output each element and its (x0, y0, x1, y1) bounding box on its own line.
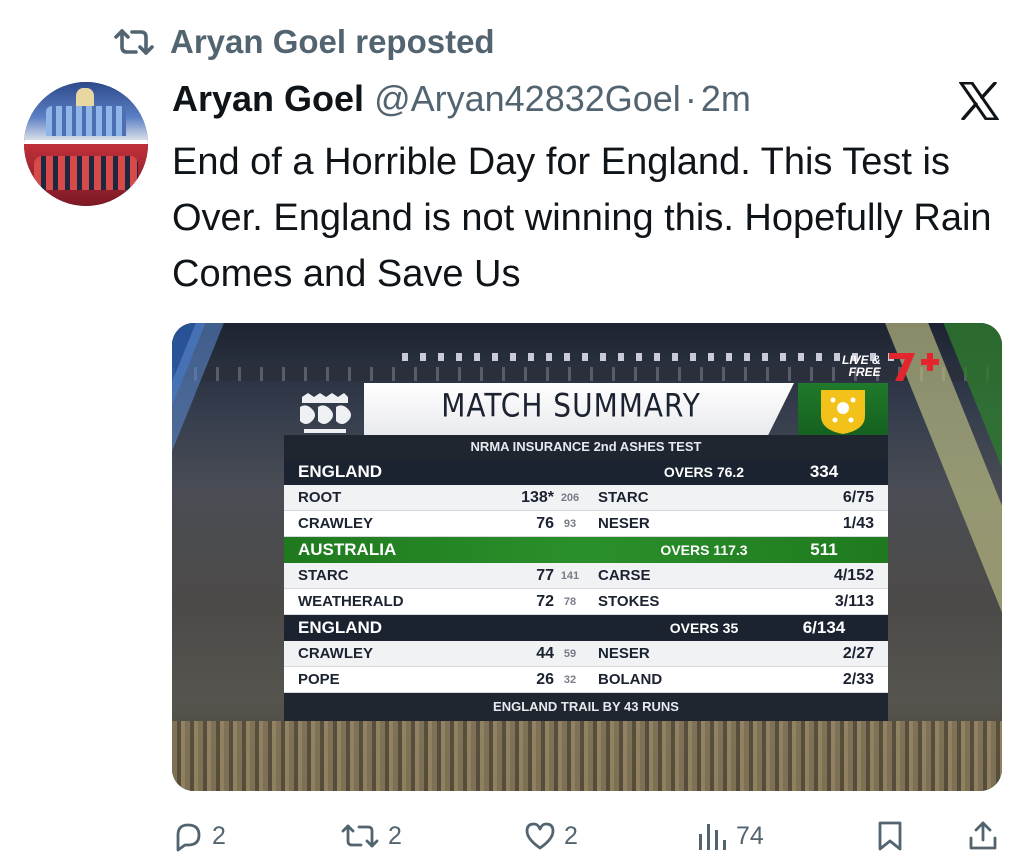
team-name: AUSTRALIA (298, 540, 397, 559)
repost-label: Aryan Goel reposted (170, 23, 495, 60)
batter-runs: 72 (536, 592, 554, 610)
batter-name: STARC (298, 567, 349, 584)
bowler-figures: 4/152 (833, 566, 874, 584)
bowler-figures: 3/113 (834, 592, 874, 610)
team-total: 334 (809, 462, 839, 481)
reply-icon (172, 820, 204, 852)
like-count: 2 (564, 821, 578, 850)
bowler-name: NESER (598, 515, 650, 532)
bowler-figures: 2/33 (842, 670, 874, 688)
team-total: 6/134 (802, 618, 846, 637)
team-total: 511 (810, 540, 838, 559)
team-name: ENGLAND (298, 462, 383, 481)
repost-icon (112, 26, 156, 58)
avatar[interactable] (24, 82, 148, 206)
batter-runs: 138* (521, 488, 554, 506)
bowler-name: BOLAND (598, 671, 663, 688)
batter-runs: 44 (536, 644, 554, 662)
reply-count: 2 (212, 821, 226, 850)
bowler-figures: 1/43 (842, 514, 874, 532)
post-header: Aryan Goel @Aryan42832Goel · 2m (172, 78, 751, 120)
england-crest-icon (292, 387, 358, 439)
bowler-figures: 2/27 (842, 644, 874, 662)
australia-crest-icon (798, 383, 888, 439)
bowler-name: CARSE (598, 567, 651, 584)
like-button[interactable]: 2 (524, 814, 578, 858)
views-icon (696, 820, 728, 852)
display-name[interactable]: Aryan Goel (172, 78, 364, 120)
free-label: FREE (848, 365, 881, 379)
post-image[interactable]: LIVE & FREE MATCH SUMMARY NRMA INSURANCE… (172, 323, 1002, 791)
scorecard-player-row: WEATHERALD 72 78 STOKES 3/113 (284, 589, 888, 615)
repost-indicator[interactable]: Aryan Goel reposted (112, 22, 495, 62)
bowler-name: STOKES (598, 593, 660, 610)
team-name: ENGLAND (298, 618, 383, 637)
batter-name: CRAWLEY (298, 515, 373, 532)
scorecard-title: MATCH SUMMARY (441, 386, 701, 425)
batter-name: CRAWLEY (298, 645, 373, 662)
repost-action-icon (340, 822, 380, 850)
repost-button[interactable]: 2 (340, 814, 402, 858)
share-icon (968, 820, 998, 852)
bookmark-icon (876, 820, 904, 852)
scorecard-player-row: STARC 77 141 CARSE 4/152 (284, 563, 888, 589)
user-handle[interactable]: @Aryan42832Goel (374, 78, 681, 120)
batter-balls: 78 (563, 595, 577, 608)
bowler-name: NESER (598, 645, 650, 662)
scorecard-player-row: CRAWLEY 76 93 NESER 1/43 (284, 511, 888, 537)
post-actions: 2 2 2 74 (172, 814, 1000, 858)
batter-balls: 141 (560, 569, 580, 582)
innings-team-row: AUSTRALIA OVERS 117.3 511 (284, 537, 888, 563)
views-count: 74 (736, 821, 764, 850)
innings-team-row: ENGLAND OVERS 35 6/134 (284, 615, 888, 641)
channel-logo-icon (887, 349, 939, 383)
reply-button[interactable]: 2 (172, 814, 226, 858)
share-button[interactable] (968, 814, 998, 858)
innings-team-row: ENGLAND OVERS 76.2 334 (284, 459, 888, 485)
batter-runs: 77 (536, 566, 554, 584)
repost-count: 2 (388, 821, 402, 850)
bookmark-button[interactable] (876, 814, 904, 858)
x-logo-icon (958, 80, 1000, 122)
scorecard-subtitle: NRMA INSURANCE 2nd ASHES TEST (284, 435, 888, 459)
batter-balls: 59 (563, 647, 577, 660)
batter-runs: 76 (536, 514, 554, 532)
separator-dot: · (684, 78, 697, 119)
scorecard-player-row: ROOT 138* 206 STARC 6/75 (284, 485, 888, 511)
post-time[interactable]: 2m (701, 78, 751, 120)
batter-balls: 206 (560, 491, 580, 504)
batter-balls: 93 (563, 517, 577, 530)
scorecard-footer: ENGLAND TRAIL BY 43 RUNS (284, 693, 888, 721)
bowler-figures: 6/75 (842, 488, 874, 506)
channel-badge: LIVE & FREE (842, 349, 939, 383)
batter-runs: 26 (536, 670, 554, 688)
bowler-name: STARC (598, 489, 649, 506)
scorecard-player-row: CRAWLEY 44 59 NESER 2/27 (284, 641, 888, 667)
post-text: End of a Horrible Day for England. This … (172, 141, 992, 295)
views-button[interactable]: 74 (696, 814, 764, 858)
scorecard-player-row: POPE 26 32 BOLAND 2/33 (284, 667, 888, 693)
match-summary-scorecard: MATCH SUMMARY NRMA INSURANCE 2nd ASHES T… (284, 383, 888, 721)
batter-name: POPE (298, 671, 340, 688)
batter-name: ROOT (298, 489, 342, 506)
heart-icon (524, 821, 556, 851)
batter-name: WEATHERALD (298, 593, 404, 610)
batter-balls: 32 (563, 673, 577, 686)
